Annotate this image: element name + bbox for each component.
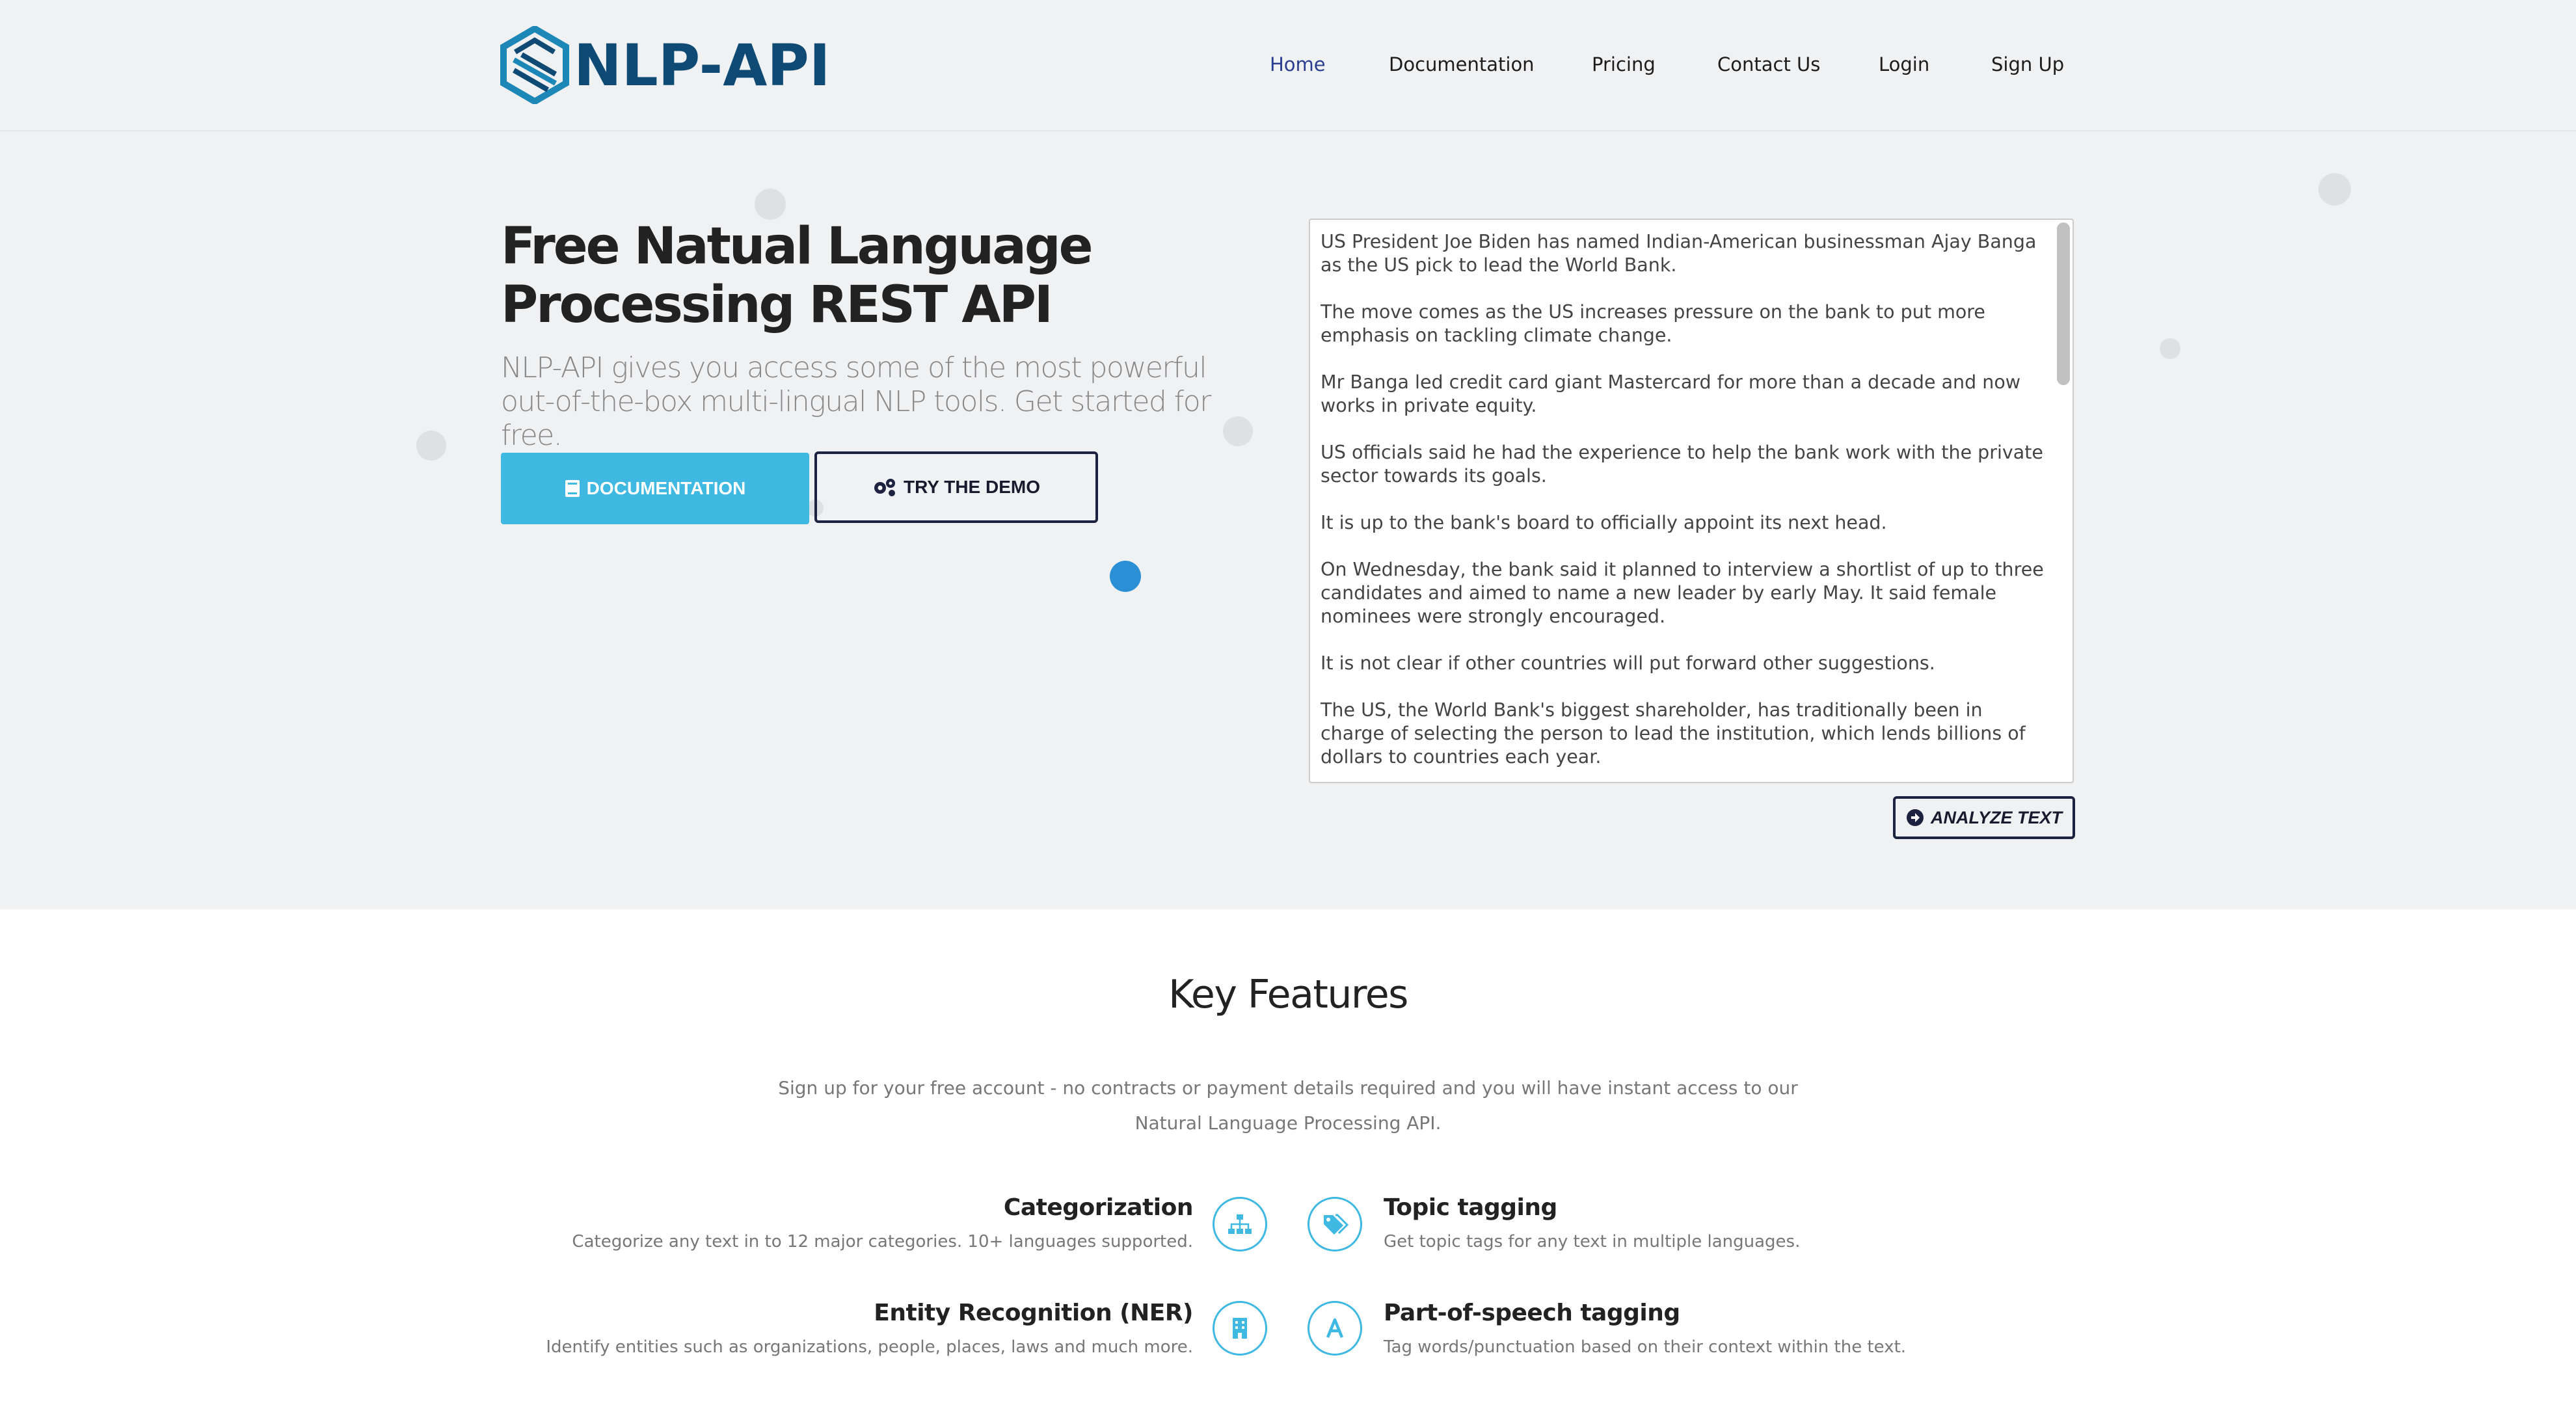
analyze-text-button[interactable]: ANALYZE TEXT xyxy=(1893,796,2075,839)
decorative-dot xyxy=(2160,338,2180,359)
feature-topic-tagging-desc: Get topic tags for any text in multiple … xyxy=(1384,1232,1801,1251)
feature-ner-title: Entity Recognition (NER) xyxy=(874,1300,1193,1326)
feature-categorization-title: Categorization xyxy=(1003,1194,1194,1221)
try-demo-button[interactable]: TRY THE DEMO xyxy=(814,451,1098,523)
hero-subtitle: NLP-API gives you access some of the mos… xyxy=(501,351,1211,452)
documentation-button-label: DOCUMENTATION xyxy=(586,478,746,498)
key-features-subtitle-line-1: Sign up for your free account - no contr… xyxy=(778,1077,1798,1099)
decorative-dot-blue xyxy=(1110,561,1141,592)
feature-ner-desc: Identify entities such as organizations,… xyxy=(546,1337,1193,1357)
try-demo-button-label: TRY THE DEMO xyxy=(903,477,1040,497)
nav-login[interactable]: Login xyxy=(1879,53,1929,75)
nav-contact-us[interactable]: Contact Us xyxy=(1717,53,1820,75)
sitemap-icon xyxy=(1213,1197,1267,1251)
analyze-text-button-label: ANALYZE TEXT xyxy=(1931,807,2062,827)
site-header: NLP-API Home Documentation Pricing Conta… xyxy=(0,0,2576,131)
nav-home[interactable]: Home xyxy=(1270,53,1326,75)
book-icon xyxy=(565,480,580,497)
tags-icon xyxy=(1308,1197,1362,1251)
main-nav: Home Documentation Pricing Contact Us Lo… xyxy=(0,0,2576,130)
decorative-dot xyxy=(416,431,446,461)
key-features-title: Key Features xyxy=(1168,972,1408,1017)
demo-text-content: US President Joe Biden has named Indian-… xyxy=(1321,231,2044,768)
decorative-dot xyxy=(2318,173,2351,206)
textbox-scrollbar[interactable] xyxy=(2057,222,2070,385)
nav-documentation[interactable]: Documentation xyxy=(1389,53,1535,75)
building-icon xyxy=(1213,1301,1267,1356)
demo-text-input[interactable]: US President Joe Biden has named Indian-… xyxy=(1309,219,2074,783)
feature-pos-tagging-desc: Tag words/punctuation based on their con… xyxy=(1384,1337,1907,1357)
nav-sign-up[interactable]: Sign Up xyxy=(1991,53,2064,75)
feature-categorization-desc: Categorize any text in to 12 major categ… xyxy=(572,1232,1193,1251)
arrow-circle-right-icon xyxy=(1907,809,1924,826)
feature-topic-tagging-title: Topic tagging xyxy=(1384,1194,1557,1221)
gears-icon xyxy=(874,479,895,496)
key-features-subtitle: Sign up for your free account - no contr… xyxy=(768,1071,1808,1141)
key-features-subtitle-line-2: Natural Language Processing API. xyxy=(1134,1112,1442,1134)
documentation-button[interactable]: DOCUMENTATION xyxy=(501,453,809,524)
feature-pos-tagging-title: Part-of-speech tagging xyxy=(1384,1300,1680,1326)
nav-pricing[interactable]: Pricing xyxy=(1592,53,1656,75)
hero-title: Free Natual Language Processing REST API xyxy=(501,217,1093,334)
decorative-dot xyxy=(755,189,786,220)
letter-a-icon xyxy=(1308,1301,1362,1356)
hero-section xyxy=(0,131,2576,909)
